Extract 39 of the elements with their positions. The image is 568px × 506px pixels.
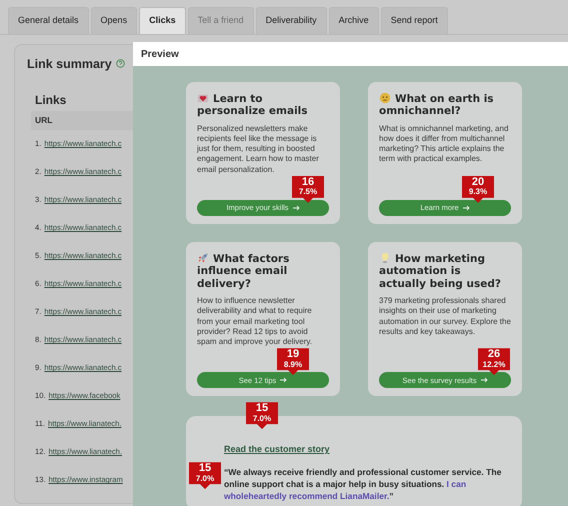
arrow-icon bbox=[280, 377, 288, 384]
card-title: Learn to personalize emails bbox=[197, 92, 309, 118]
story-link[interactable]: Read the customer story bbox=[224, 444, 330, 454]
arrow-icon bbox=[480, 377, 488, 384]
click-rate: 7.0% bbox=[252, 414, 272, 424]
tab[interactable]: Archive bbox=[328, 7, 379, 34]
click-count: 15 bbox=[254, 403, 270, 415]
card-title: What factors influence email delivery? bbox=[197, 252, 290, 290]
click-count: 19 bbox=[286, 349, 300, 361]
card-text: 379 marketing professionals shared insights on their use of marketing automation in our survey. Explore the results and key takeaways. bbox=[379, 296, 511, 337]
arrow-icon bbox=[292, 204, 300, 211]
tab[interactable]: Opens bbox=[90, 7, 138, 34]
click-rate: 7.0% bbox=[194, 474, 216, 484]
card-title: What on earth is omnichannel? bbox=[379, 92, 495, 118]
tab[interactable]: Deliverability bbox=[256, 7, 327, 34]
tab[interactable]: Send report bbox=[380, 7, 448, 34]
click-count: 16 bbox=[300, 176, 316, 188]
card-text: How to influence newsletter deliverability and what to require from your email marketing tool provider? Read 12 tips to avoid spam and improve your delivery. bbox=[197, 296, 314, 348]
click-rate: 12.2% bbox=[482, 360, 506, 370]
click-rate: 8.9% bbox=[282, 360, 304, 370]
dialog-title: Preview bbox=[133, 42, 568, 66]
click-rate: 9.3% bbox=[468, 188, 488, 197]
thinking-face-icon bbox=[379, 92, 391, 104]
tab[interactable]: Clicks bbox=[139, 7, 186, 34]
click-count: 26 bbox=[486, 349, 502, 361]
click-rate: 7.5% bbox=[298, 188, 318, 197]
click-count: 15 bbox=[198, 463, 212, 475]
rocket-icon bbox=[197, 252, 209, 264]
panel-title: Link summary bbox=[27, 56, 112, 73]
quote-text: “We always receive friendly and professional customer service. The online support chat is a major help in busy situations. I can wholeheartedly recommend LianaMailer.” bbox=[224, 466, 502, 502]
click-count: 20 bbox=[470, 176, 486, 188]
card-text: Personalized newsletters make recipients feel like the message is just for them, resulting in boosted engagement. Learn how to master email personalization. bbox=[197, 124, 320, 175]
box-title: Links bbox=[34, 92, 68, 110]
card-text: What is omnichannel marketing, and how does it differ from multichannel marketing? This article explains the term with practical examples. bbox=[379, 124, 510, 165]
help-icon[interactable] bbox=[116, 59, 125, 68]
tab[interactable]: General details bbox=[8, 7, 89, 34]
arrow-icon bbox=[462, 204, 470, 211]
card-title: How marketing automation is actually being used? bbox=[379, 252, 502, 290]
lightbulb-icon bbox=[379, 252, 391, 264]
